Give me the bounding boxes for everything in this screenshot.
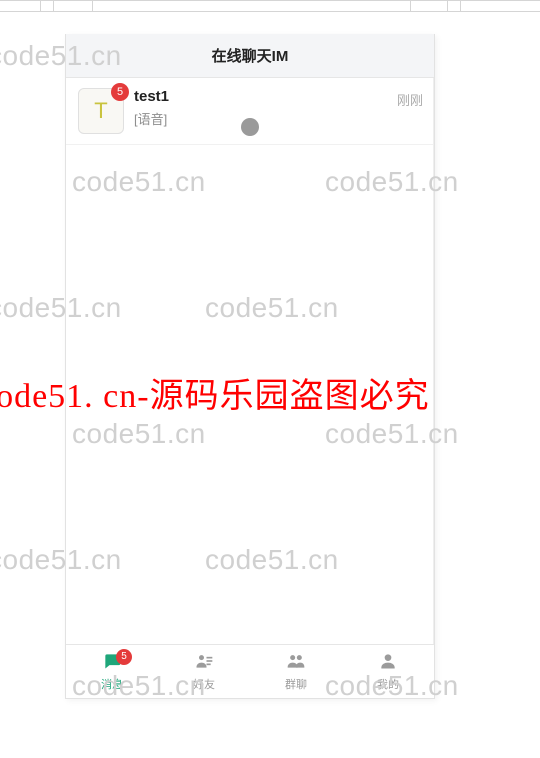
friends-icon xyxy=(193,651,215,674)
tab-groups[interactable]: 群聊 xyxy=(250,645,342,698)
tab-label: 群聊 xyxy=(285,676,307,692)
avatar-letter: T xyxy=(94,98,107,124)
tab-messages[interactable]: 5 消息 xyxy=(66,645,158,698)
tab-label: 我的 xyxy=(377,676,399,692)
tab-badge: 5 xyxy=(116,649,132,665)
app-title: 在线聊天IM xyxy=(212,45,289,66)
chat-list[interactable]: T 5 test1 [语音] 刚刚 xyxy=(66,78,434,644)
tab-me[interactable]: 我的 xyxy=(342,645,434,698)
avatar[interactable]: T 5 xyxy=(78,88,124,134)
tab-friends[interactable]: 好友 xyxy=(158,645,250,698)
unread-badge: 5 xyxy=(111,83,129,101)
person-icon xyxy=(377,651,399,674)
chat-name: test1 xyxy=(134,88,421,105)
group-icon xyxy=(285,651,307,674)
chat-preview: [语音] xyxy=(134,109,421,128)
tab-label: 好友 xyxy=(193,676,215,692)
tab-bar: 5 消息 好友 群聊 我的 xyxy=(66,644,434,698)
chat-timestamp: 刚刚 xyxy=(397,90,423,109)
phone-frame: 在线聊天IM T 5 test1 [语音] 刚刚 5 消息 xyxy=(65,34,435,699)
chat-meta: test1 [语音] xyxy=(134,88,421,128)
tab-label: 消息 xyxy=(101,676,123,692)
app-header: 在线聊天IM xyxy=(66,34,434,78)
loading-indicator xyxy=(241,118,259,136)
